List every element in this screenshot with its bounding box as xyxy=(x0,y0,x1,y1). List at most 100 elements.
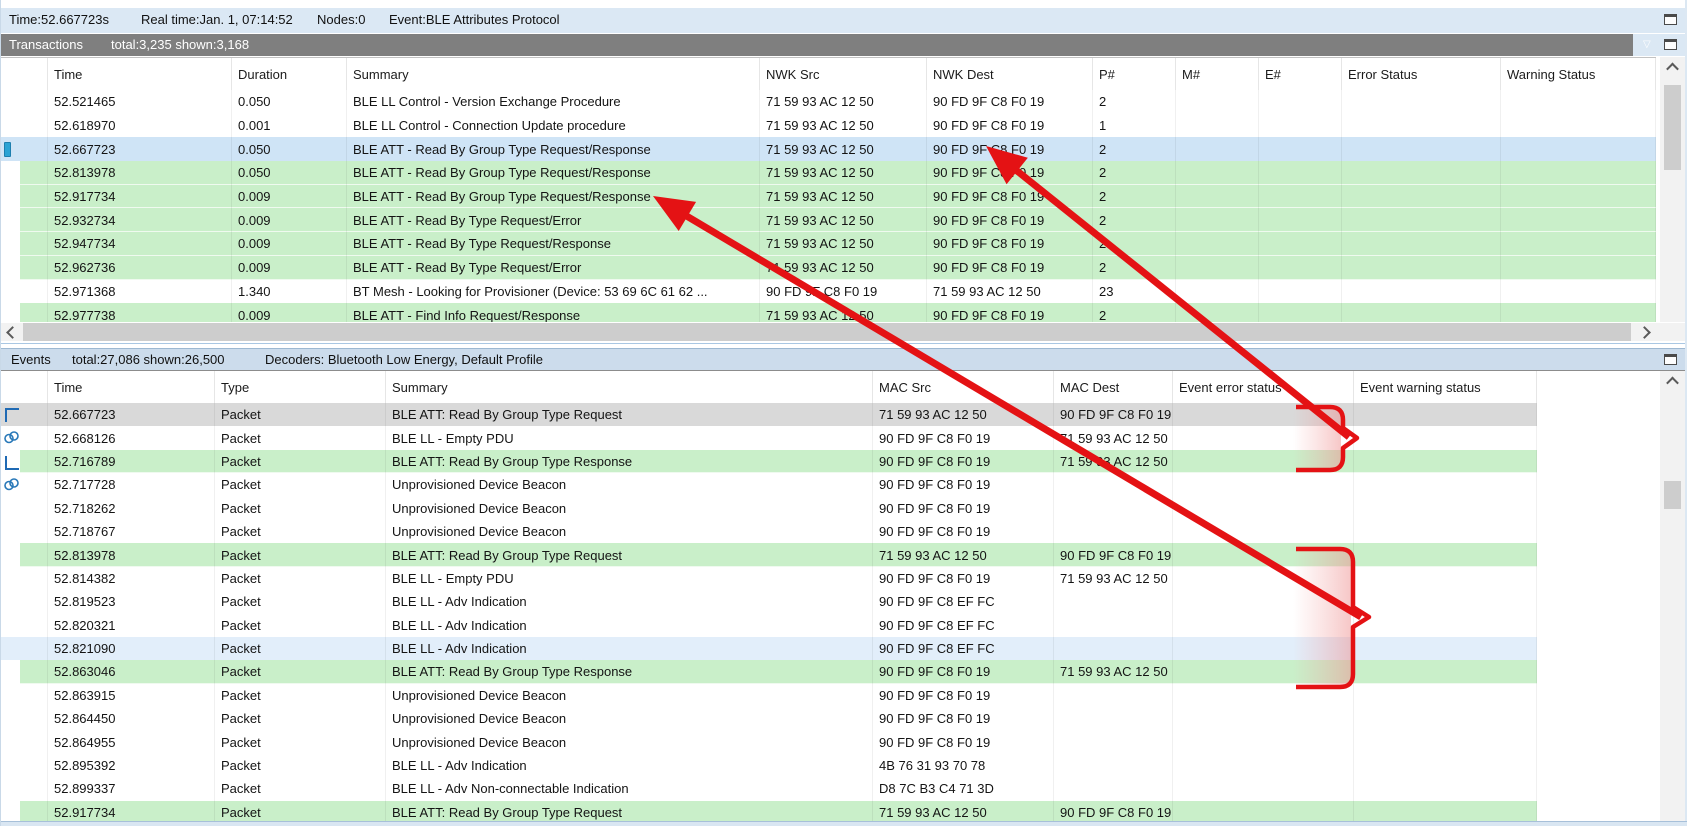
event-row-cell-err xyxy=(1173,660,1354,683)
event-row[interactable]: 52.864450PacketUnprovisioned Device Beac… xyxy=(1,707,1537,730)
event-row[interactable]: 52.819523PacketBLE LL - Adv Indication90… xyxy=(1,590,1537,613)
row-gutter xyxy=(1,497,48,520)
transaction-row-cell-nwk-dest: 71 59 93 AC 12 50 xyxy=(927,280,1093,304)
dropdown-icon[interactable]: ▽ xyxy=(1643,38,1651,52)
events-column-header-summary[interactable]: Summary xyxy=(386,371,873,403)
transactions-column-header-m-[interactable]: M# xyxy=(1176,58,1259,91)
transactions-column-header-e-[interactable]: E# xyxy=(1259,58,1342,91)
event-row[interactable]: 52.668126PacketBLE LL - Empty PDU90 FD 9… xyxy=(1,426,1537,449)
scroll-up-button[interactable] xyxy=(1660,57,1685,77)
transaction-row[interactable]: 52.6677230.050BLE ATT - Read By Group Ty… xyxy=(1,137,1656,161)
row-gutter xyxy=(1,684,48,707)
event-row[interactable]: 52.820321PacketBLE LL - Adv Indication90… xyxy=(1,614,1537,637)
transaction-row-cell-summary: BLE ATT - Read By Group Type Request/Res… xyxy=(347,161,760,185)
scroll-right-button[interactable] xyxy=(1633,323,1655,341)
scrollbar-thumb[interactable] xyxy=(1664,85,1681,170)
event-row[interactable]: 52.717728PacketUnprovisioned Device Beac… xyxy=(1,473,1537,496)
panel-window-icon[interactable] xyxy=(1664,39,1677,50)
event-row-cell-err xyxy=(1173,473,1354,496)
event-row-cell-time: 52.863915 xyxy=(48,684,215,707)
event-row-cell-summary: BLE LL - Adv Non-connectable Indication xyxy=(386,777,873,800)
transaction-row[interactable]: 52.9777380.009BLE ATT - Find Info Reques… xyxy=(1,303,1656,322)
panel-window-icon[interactable] xyxy=(1664,14,1677,25)
transaction-row[interactable]: 52.5214650.050BLE LL Control - Version E… xyxy=(1,90,1656,114)
chevron-left-icon xyxy=(6,326,19,339)
transaction-row[interactable]: 52.9627360.009BLE ATT - Read By Type Req… xyxy=(1,256,1656,280)
transaction-row[interactable]: 52.9327340.009BLE ATT - Read By Type Req… xyxy=(1,208,1656,232)
transaction-row-cell-duration: 0.050 xyxy=(232,161,347,185)
transaction-row[interactable]: 52.6189700.001BLE LL Control - Connectio… xyxy=(1,114,1656,138)
transactions-column-header-p-[interactable]: P# xyxy=(1093,58,1176,91)
transactions-column-header-duration[interactable]: Duration xyxy=(232,58,347,91)
transactions-header: TimeDurationSummaryNWK SrcNWK DestP#M#E#… xyxy=(1,57,1656,91)
event-row[interactable]: 52.917734PacketBLE ATT: Read By Group Ty… xyxy=(1,801,1537,821)
events-column-header-type[interactable]: Type xyxy=(215,371,386,403)
event-row[interactable]: 52.821090PacketBLE LL - Adv Indication90… xyxy=(1,637,1537,660)
event-row-cell-summary: BLE ATT: Read By Group Type Response xyxy=(386,660,873,683)
transaction-row-cell-warning-status xyxy=(1501,303,1656,322)
event-row[interactable]: 52.813978PacketBLE ATT: Read By Group Ty… xyxy=(1,543,1537,566)
transaction-row[interactable]: 52.9713681.340BT Mesh - Looking for Prov… xyxy=(1,280,1656,304)
scrollbar-thumb[interactable] xyxy=(23,323,1631,341)
transaction-row-cell-nwk-src: 71 59 93 AC 12 50 xyxy=(760,185,927,209)
transactions-column-header-summary[interactable]: Summary xyxy=(347,58,760,91)
transactions-column-header-error-status[interactable]: Error Status xyxy=(1342,58,1501,91)
events-column-header-mac-dest[interactable]: MAC Dest xyxy=(1054,371,1173,403)
event-row-cell-err xyxy=(1173,754,1354,777)
transaction-row-cell-nwk-src: 71 59 93 AC 12 50 xyxy=(760,114,927,138)
scroll-left-button[interactable] xyxy=(1,323,23,341)
transaction-row-cell-error-status xyxy=(1342,137,1501,161)
events-vertical-scrollbar[interactable] xyxy=(1660,371,1685,821)
transaction-row[interactable]: 52.9477340.009BLE ATT - Read By Type Req… xyxy=(1,232,1656,256)
transactions-table: 52.5214650.050BLE LL Control - Version E… xyxy=(1,90,1656,322)
event-row[interactable]: 52.718262PacketUnprovisioned Device Beac… xyxy=(1,497,1537,520)
scroll-up-button[interactable] xyxy=(1660,371,1685,391)
panel-window-icon[interactable] xyxy=(1664,354,1677,365)
scrollbar-thumb[interactable] xyxy=(1664,481,1681,509)
transaction-row-cell-nwk-src: 71 59 93 AC 12 50 xyxy=(760,208,927,232)
transaction-row-cell-warning-status xyxy=(1501,161,1656,185)
event-row[interactable]: 52.863915PacketUnprovisioned Device Beac… xyxy=(1,684,1537,707)
events-column-header-event-error-status[interactable]: Event error status xyxy=(1173,371,1354,403)
transactions-column-header-nwk-src[interactable]: NWK Src xyxy=(760,58,927,91)
event-row[interactable]: 52.718767PacketUnprovisioned Device Beac… xyxy=(1,520,1537,543)
events-column-header-event-warning-status[interactable]: Event warning status xyxy=(1354,371,1537,403)
event-row[interactable]: 52.864955PacketUnprovisioned Device Beac… xyxy=(1,730,1537,753)
events-column-header-mac-src[interactable]: MAC Src xyxy=(873,371,1054,403)
event-row-cell-warn xyxy=(1354,660,1537,683)
transaction-row-cell-p: 2 xyxy=(1093,303,1176,322)
transactions-horizontal-scrollbar[interactable] xyxy=(1,323,1687,341)
transaction-row-cell-time: 52.813978 xyxy=(48,161,232,185)
transaction-row-cell-p: 2 xyxy=(1093,90,1176,114)
event-row-cell-summary: BLE LL - Empty PDU xyxy=(386,426,873,449)
event-row-cell-summary: Unprovisioned Device Beacon xyxy=(386,684,873,707)
chevron-up-icon xyxy=(1666,376,1679,389)
transactions-column-header-time[interactable]: Time xyxy=(48,58,232,91)
event-row-cell-warn xyxy=(1354,637,1537,660)
transaction-row-cell-e xyxy=(1259,90,1342,114)
event-row[interactable]: 52.895392PacketBLE LL - Adv Indication4B… xyxy=(1,754,1537,777)
transactions-column-header-warning-status[interactable]: Warning Status xyxy=(1501,58,1656,91)
transactions-vertical-scrollbar[interactable] xyxy=(1660,57,1685,322)
event-row[interactable]: 52.863046PacketBLE ATT: Read By Group Ty… xyxy=(1,660,1537,683)
transaction-row-cell-error-status xyxy=(1342,303,1501,322)
row-gutter xyxy=(1,637,48,660)
transactions-title-bar: Transactions total:3,235 shown:3,168 ▽ xyxy=(1,34,1685,56)
event-row-cell-summary: BLE LL - Adv Indication xyxy=(386,614,873,637)
events-column-header-time[interactable]: Time xyxy=(48,371,215,403)
transaction-row-cell-summary: BLE ATT - Read By Type Request/Error xyxy=(347,256,760,280)
transactions-title: Transactions xyxy=(9,37,83,52)
transactions-column-header-nwk-dest[interactable]: NWK Dest xyxy=(927,58,1093,91)
transaction-row[interactable]: 52.9177340.009BLE ATT - Read By Group Ty… xyxy=(1,185,1656,209)
event-row-cell-warn xyxy=(1354,777,1537,800)
pane-splitter[interactable] xyxy=(1,341,1687,348)
event-row[interactable]: 52.814382PacketBLE LL - Empty PDU90 FD 9… xyxy=(1,567,1537,590)
transaction-row-cell-nwk-src: 71 59 93 AC 12 50 xyxy=(760,303,927,322)
event-row[interactable]: 52.899337PacketBLE LL - Adv Non-connecta… xyxy=(1,777,1537,800)
transaction-row-cell-nwk-src: 71 59 93 AC 12 50 xyxy=(760,90,927,114)
event-row-cell-summary: BLE LL - Adv Indication xyxy=(386,637,873,660)
event-row[interactable]: 52.667723PacketBLE ATT: Read By Group Ty… xyxy=(1,403,1537,426)
event-row[interactable]: 52.716789PacketBLE ATT: Read By Group Ty… xyxy=(1,450,1537,473)
transaction-row[interactable]: 52.8139780.050BLE ATT - Read By Group Ty… xyxy=(1,161,1656,185)
transaction-row-cell-duration: 0.009 xyxy=(232,232,347,256)
